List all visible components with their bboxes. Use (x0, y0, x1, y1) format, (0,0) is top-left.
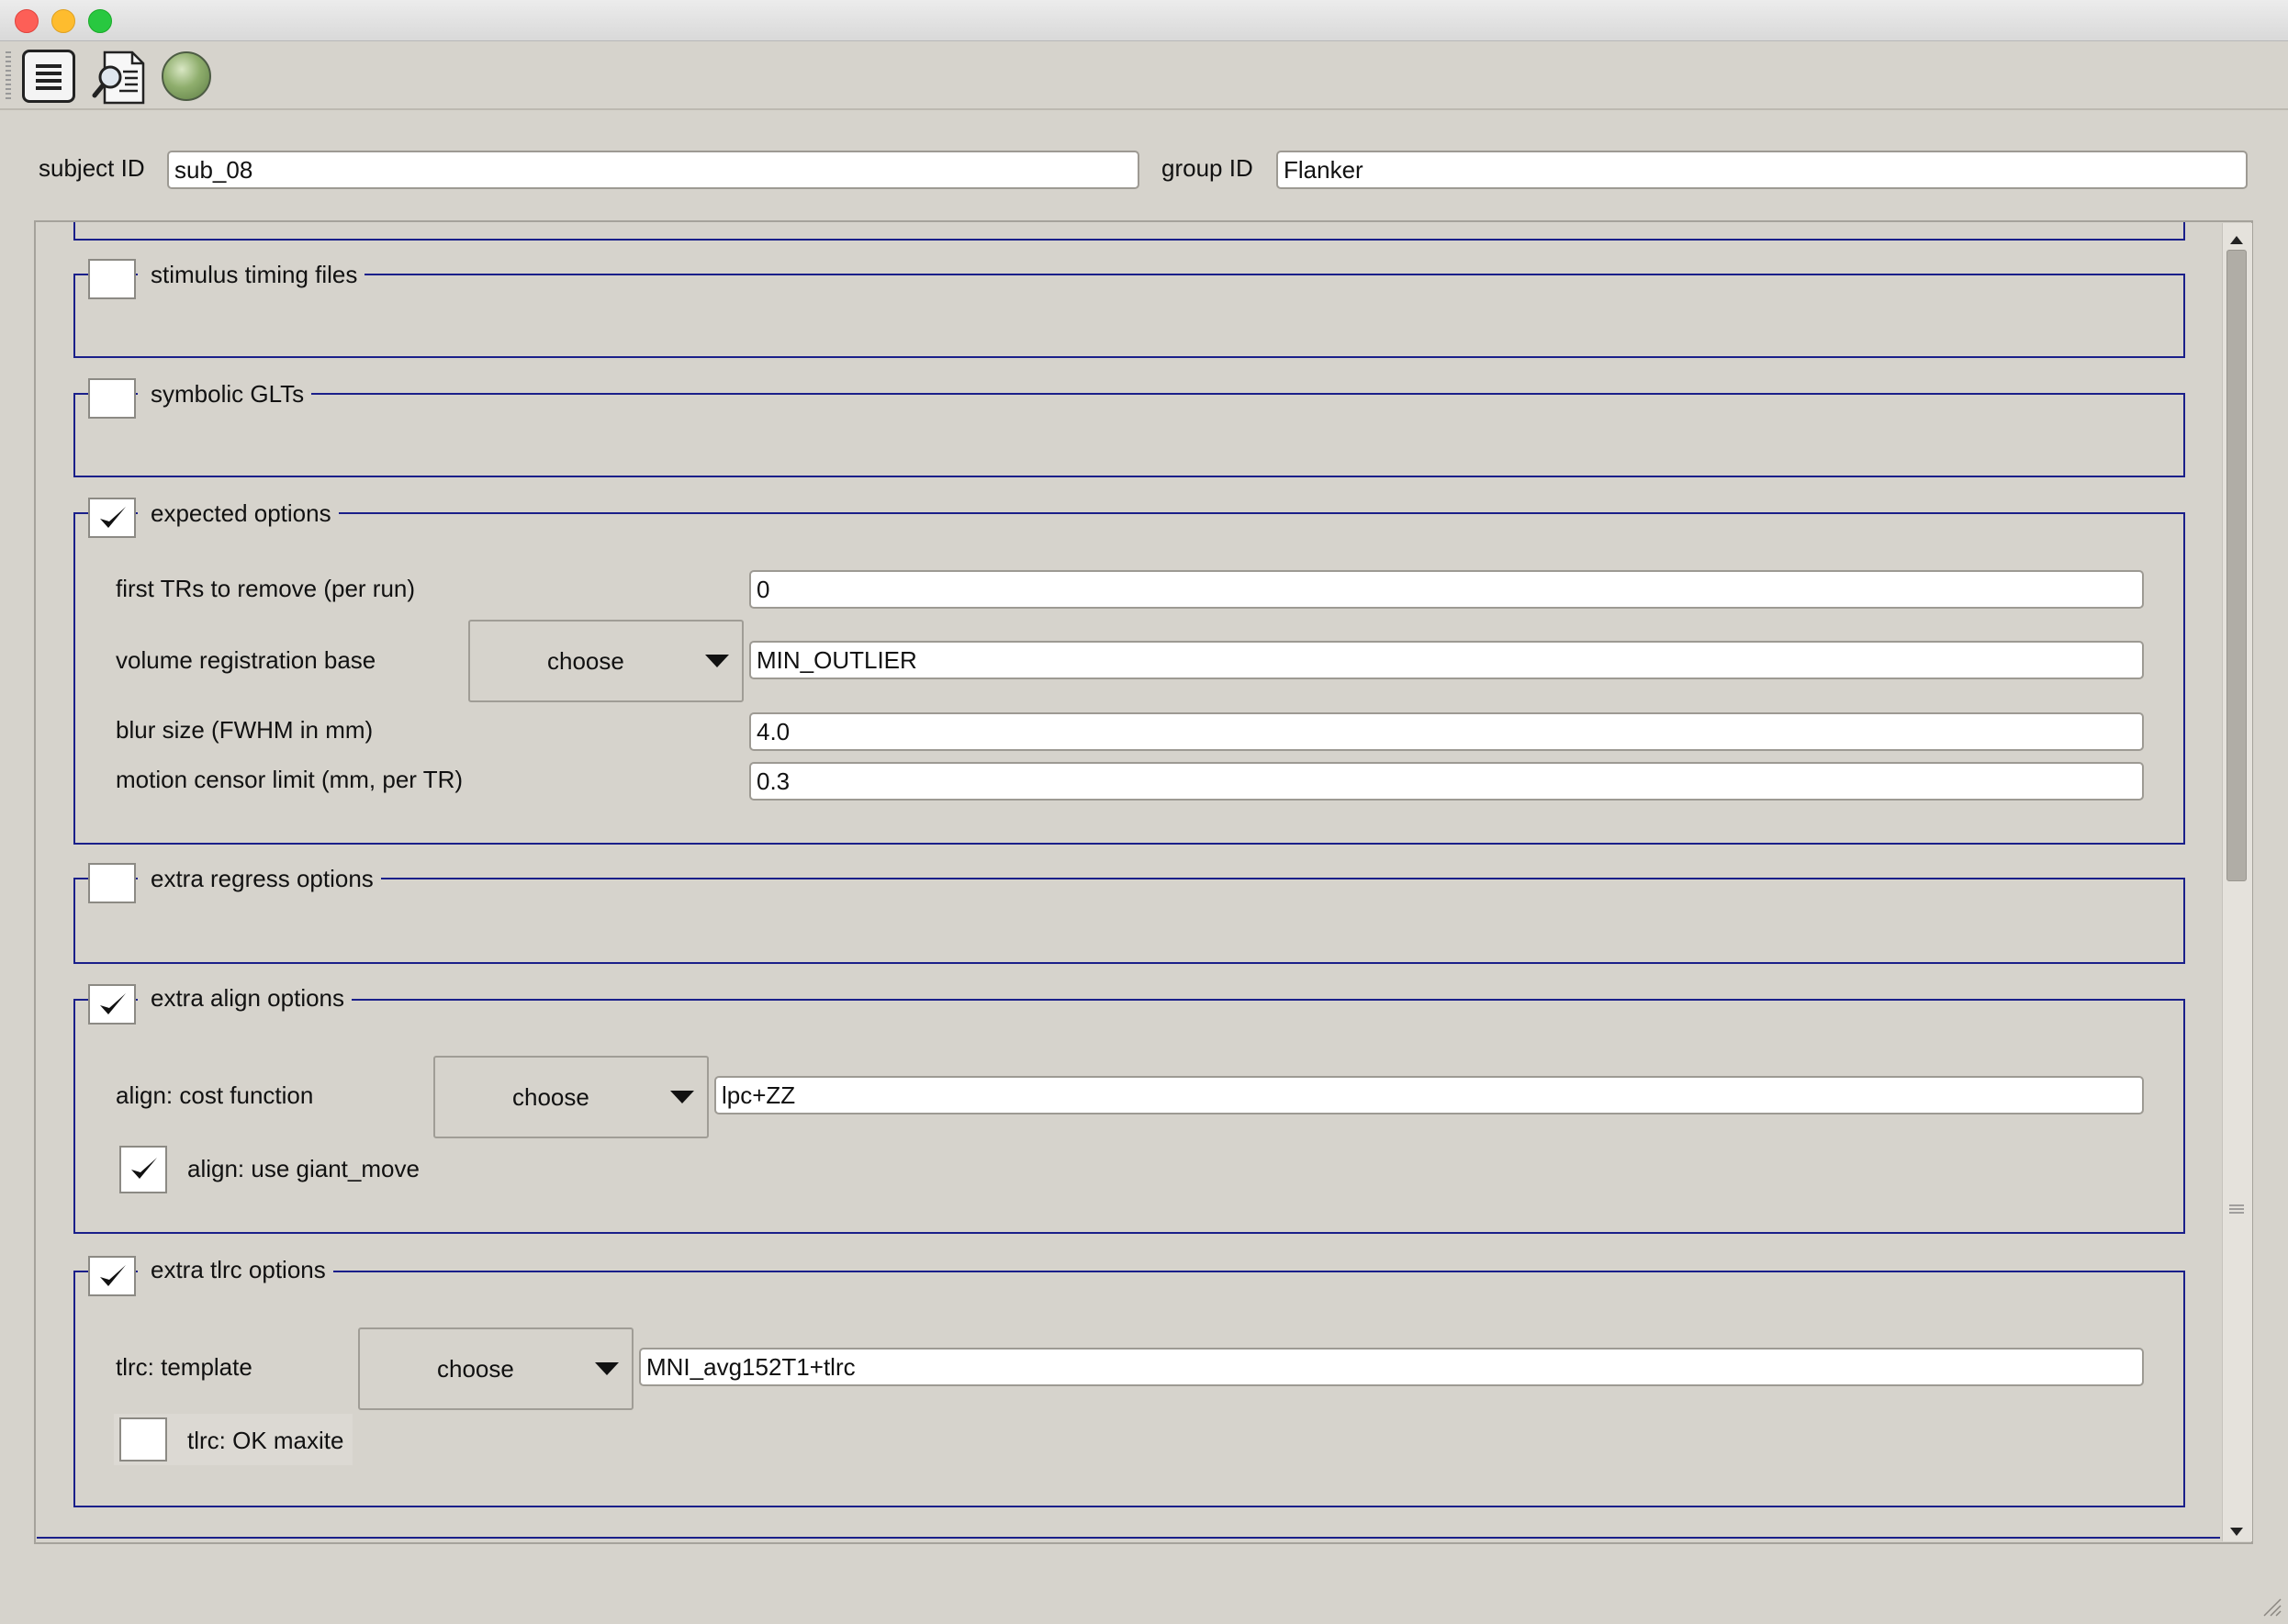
tlrc-template-choose-label: choose (437, 1355, 514, 1383)
stimulus-timing-checkbox[interactable] (88, 259, 136, 299)
toolbar (0, 40, 2288, 110)
resize-grip-icon[interactable] (2260, 1596, 2282, 1618)
list-icon[interactable] (22, 50, 75, 103)
volreg-choose-label: choose (547, 647, 624, 675)
blur-size-label: blur size (FWHM in mm) (116, 716, 374, 744)
expected-options-checkbox[interactable] (88, 498, 136, 538)
ok-maxite-label: tlrc: OK maxite (187, 1427, 344, 1454)
search-document-icon[interactable] (92, 50, 145, 105)
chevron-down-icon (595, 1362, 619, 1375)
scrollbar-thumb[interactable] (2226, 250, 2247, 881)
tlrc-template-label: tlrc: template (116, 1353, 252, 1381)
symbolic-glts-group (73, 393, 2185, 477)
first-trs-input[interactable] (749, 570, 2144, 609)
group-id-label: group ID (1161, 154, 1253, 182)
volreg-choose-button[interactable]: choose (468, 620, 744, 702)
tlrc-template-choose-button[interactable]: choose (358, 1327, 634, 1410)
extra-tlrc-checkbox[interactable] (88, 1256, 136, 1296)
previous-group-box (73, 222, 2185, 241)
extra-align-checkbox[interactable] (88, 984, 136, 1025)
cost-function-input[interactable] (714, 1076, 2144, 1114)
chevron-down-icon (705, 655, 729, 667)
extra-align-title: extra align options (138, 984, 353, 1012)
checkmark-icon (100, 507, 126, 528)
chevron-down-icon (670, 1091, 694, 1103)
toolbar-grip-handle[interactable] (6, 51, 11, 99)
stimulus-timing-group (73, 274, 2185, 358)
giant-move-checkbox[interactable] (119, 1146, 167, 1193)
scroll-down-arrow-icon[interactable] (2226, 1520, 2247, 1540)
extra-regress-title: extra regress options (138, 865, 381, 892)
extra-tlrc-title: extra tlrc options (138, 1256, 333, 1283)
volreg-base-input[interactable] (749, 641, 2144, 679)
scroll-up-arrow-icon[interactable] (2226, 228, 2247, 248)
group-id-input[interactable] (1276, 151, 2248, 189)
subject-id-input[interactable] (167, 151, 1139, 189)
extra-regress-group (73, 878, 2185, 964)
zoom-window-button[interactable] (88, 9, 112, 33)
motion-censor-input[interactable] (749, 762, 2144, 801)
first-trs-label: first TRs to remove (per run) (116, 575, 416, 602)
symbolic-glts-title: symbolic GLTs (138, 380, 312, 408)
content-bottom-border (37, 1537, 2220, 1539)
subject-id-label: subject ID (39, 154, 145, 182)
motion-censor-label: motion censor limit (mm, per TR) (116, 766, 464, 793)
cost-function-choose-label: choose (512, 1083, 589, 1111)
minimize-window-button[interactable] (51, 9, 75, 33)
cost-function-choose-button[interactable]: choose (433, 1056, 709, 1138)
volreg-base-label: volume registration base (116, 646, 376, 674)
blur-size-input[interactable] (749, 712, 2144, 751)
tlrc-template-input[interactable] (639, 1348, 2144, 1386)
window-title-bar (0, 0, 2288, 41)
stimulus-timing-title: stimulus timing files (138, 261, 365, 288)
extra-align-group (73, 999, 2185, 1234)
expected-options-title: expected options (138, 499, 339, 527)
close-window-button[interactable] (15, 9, 39, 33)
go-icon[interactable] (162, 51, 211, 101)
ok-maxite-checkbox[interactable] (119, 1417, 167, 1462)
giant-move-label: align: use giant_move (187, 1155, 420, 1182)
checkmark-icon (100, 993, 126, 1014)
cost-function-label: align: cost function (116, 1081, 314, 1109)
extra-regress-checkbox[interactable] (88, 863, 136, 903)
scrollbar-grip-icon (2227, 1193, 2246, 1214)
checkmark-icon (100, 1265, 126, 1286)
checkmark-icon (131, 1158, 157, 1179)
symbolic-glts-checkbox[interactable] (88, 378, 136, 419)
